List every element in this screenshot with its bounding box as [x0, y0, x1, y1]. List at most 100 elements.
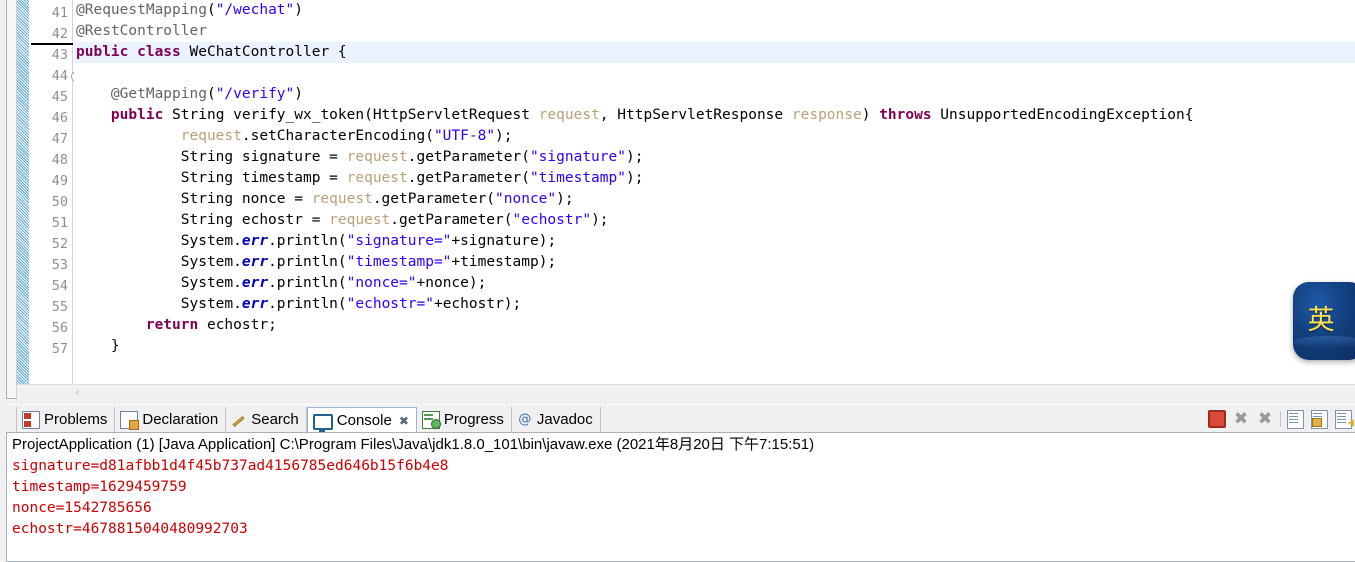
pin-console-icon — [1335, 410, 1352, 429]
code-line[interactable]: System.err.println("timestamp="+timestam… — [74, 252, 1355, 273]
eclipse-ide-window: 39404142434445464748495051525354555657 @… — [0, 0, 1355, 562]
line-number: 57 — [51, 341, 68, 357]
code-token: @RequestMapping — [76, 2, 207, 18]
code-token: @RestController — [76, 23, 207, 39]
code-token: ); — [556, 191, 574, 207]
code-token: .println( — [268, 254, 347, 270]
code-line[interactable]: @RequestMapping("/wechat") — [74, 0, 1355, 21]
code-token: } — [76, 338, 120, 354]
code-line[interactable]: System.err.println("nonce="+nonce); — [74, 273, 1355, 294]
scroll-left-arrow-icon[interactable]: ‹ — [75, 385, 80, 399]
scroll-lock-button[interactable] — [1311, 410, 1329, 429]
code-line[interactable]: return echostr; — [74, 315, 1355, 336]
code-token: throws — [879, 107, 932, 123]
pin-console-button[interactable] — [1335, 410, 1353, 429]
code-token: ); — [625, 149, 644, 165]
bottom-view-stack: Problems Declaration Search Console ✖ Progres… — [6, 404, 1355, 562]
tab-label: Console — [336, 411, 392, 429]
code-line[interactable]: public class WeChatController { — [74, 42, 1355, 63]
annotation-ruler[interactable] — [17, 0, 29, 384]
javadoc-icon: @ — [518, 412, 532, 427]
code-line[interactable]: } — [74, 336, 1355, 357]
double-close-x-icon: ✖ — [1257, 409, 1273, 429]
line-number: 47 — [51, 131, 68, 147]
tab-console[interactable]: Console ✖ — [306, 407, 417, 433]
code-line[interactable]: System.err.println("signature="+signatur… — [74, 231, 1355, 252]
editor-horizontal-scrollbar[interactable]: ‹ — [17, 384, 1355, 399]
line-number: 55 — [51, 299, 68, 315]
tab-close-icon[interactable]: ✖ — [399, 414, 409, 428]
code-token: +echostr); — [433, 296, 522, 312]
line-number-gutter[interactable]: 39404142434445464748495051525354555657 — [29, 0, 82, 384]
tab-declaration[interactable]: Declaration — [115, 407, 227, 433]
tab-label: Declaration — [142, 411, 219, 428]
code-token: ); — [591, 212, 609, 228]
code-token: "timestamp" — [529, 170, 626, 186]
view-tab-bar: Problems Declaration Search Console ✖ Progres… — [6, 404, 1355, 433]
code-token: "/verify" — [215, 86, 295, 102]
code-token: String signature = — [76, 149, 347, 165]
code-token: .println( — [268, 275, 347, 291]
line-number: 52 — [51, 236, 68, 252]
code-token: ) — [294, 86, 303, 102]
code-line[interactable]: System.err.println("echostr="+echostr); — [74, 294, 1355, 315]
close-x-icon: ✖ — [1233, 409, 1249, 429]
ime-indicator-badge[interactable]: 英 — [1293, 282, 1355, 360]
java-editor[interactable]: 39404142434445464748495051525354555657 @… — [0, 0, 1355, 404]
terminate-button[interactable] — [1208, 410, 1226, 428]
tab-progress[interactable]: Progress — [417, 407, 512, 433]
code-token: System. — [76, 275, 242, 291]
problems-icon — [22, 411, 40, 429]
line-number: 50 — [51, 194, 68, 210]
console-output-line: echostr=4678815040480992703 — [12, 521, 248, 537]
code-line[interactable] — [74, 357, 1355, 378]
code-token: echostr; — [198, 317, 277, 333]
line-number: 49 — [51, 173, 68, 189]
console-view[interactable]: ProjectApplication (1) [Java Application… — [6, 432, 1355, 562]
line-number: 43 — [51, 47, 68, 63]
console-output[interactable]: signature=d81afbb1d4f45b737ad4156785ed64… — [7, 455, 1355, 540]
code-token: "nonce=" — [346, 275, 417, 291]
tab-problems[interactable]: Problems — [16, 407, 116, 433]
tab-javadoc[interactable]: @ Javadoc — [512, 407, 601, 433]
code-line[interactable]: String nonce = request.getParameter("non… — [74, 189, 1355, 210]
code-token: ( — [206, 86, 216, 102]
code-token: .println( — [268, 296, 347, 312]
tab-search[interactable]: Search — [226, 407, 307, 433]
code-token: UnsupportedEncodingException{ — [931, 107, 1194, 123]
code-token: , HttpServletResponse — [599, 107, 792, 123]
code-token: +signature); — [451, 233, 557, 249]
clear-console-button[interactable] — [1287, 410, 1305, 429]
code-line[interactable]: public String verify_wx_token(HttpServle… — [74, 105, 1355, 126]
tab-label: Progress — [443, 411, 504, 428]
code-line[interactable]: String echostr = request.getParameter("e… — [74, 210, 1355, 231]
code-token: "echostr" — [512, 212, 592, 228]
line-number: 51 — [51, 215, 68, 231]
code-token: "/wechat" — [215, 2, 295, 18]
code-line[interactable]: String signature = request.getParameter(… — [74, 147, 1355, 168]
code-token: "timestamp=" — [346, 254, 452, 270]
line-number: 46 — [51, 110, 68, 126]
line-number: 48 — [51, 152, 68, 168]
line-number: 54 — [51, 278, 68, 294]
line-number: 45 — [51, 89, 68, 105]
code-text-area[interactable]: @RequestMapping("/wechat") @RestControlle… — [74, 0, 1355, 384]
code-token: request — [346, 149, 408, 165]
code-line[interactable]: @RestController — [74, 21, 1355, 42]
code-token: request — [180, 128, 242, 144]
code-line[interactable]: String timestamp = request.getParameter(… — [74, 168, 1355, 189]
remove-all-terminated-button[interactable]: ✖ — [1256, 410, 1274, 428]
remove-launch-button[interactable]: ✖ — [1232, 410, 1250, 428]
code-token: request — [311, 191, 373, 207]
declaration-icon — [120, 411, 140, 430]
line-number: 44 — [29, 66, 82, 87]
editor-left-sash[interactable] — [7, 0, 17, 398]
code-token: String echostr = — [76, 212, 330, 228]
code-line[interactable]: @GetMapping("/verify") — [74, 84, 1355, 105]
code-line[interactable] — [74, 63, 1355, 84]
code-token: ) — [861, 107, 880, 123]
code-line[interactable]: request.setCharacterEncoding("UTF-8"); — [74, 126, 1355, 147]
